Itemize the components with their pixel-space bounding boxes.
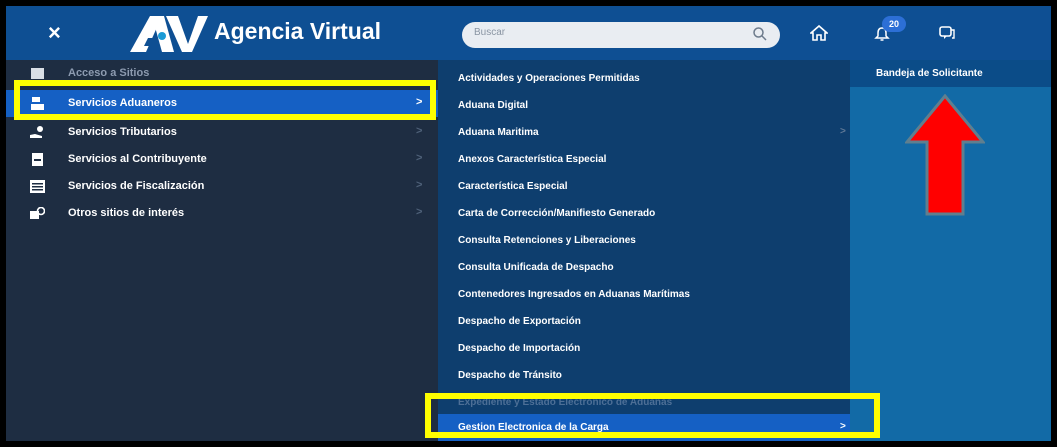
close-icon[interactable]: × xyxy=(48,22,61,44)
grid-icon xyxy=(31,68,44,79)
brand-title: Agencia Virtual xyxy=(214,18,382,44)
sidebar-item-label: Servicios de Fiscalización xyxy=(68,180,205,192)
submenu-item[interactable]: Anexos Característica Especial xyxy=(438,146,850,173)
submenu-item[interactable]: Aduana Maritima > xyxy=(438,119,850,146)
submenu-item[interactable]: Contenedores Ingresados en Aduanas Marít… xyxy=(438,281,850,308)
submenu-item-label: Anexos Característica Especial xyxy=(458,154,607,165)
submenu-item[interactable]: Característica Especial xyxy=(438,173,850,200)
notification-badge: 20 xyxy=(882,16,906,32)
search-input[interactable] xyxy=(474,27,734,38)
submenu-item-label: Contenedores Ingresados en Aduanas Marít… xyxy=(458,289,690,300)
search-box[interactable] xyxy=(462,22,780,48)
sidebar-item-label: Servicios Tributarios xyxy=(68,126,177,138)
hand-coin-icon xyxy=(30,126,43,138)
submenu-item[interactable]: Despacho de Exportación xyxy=(438,308,850,335)
submenu-item-label: Consulta Unificada de Despacho xyxy=(458,262,614,273)
submenu-item-label: Carta de Corrección/Manifiesto Generado xyxy=(458,208,656,219)
menu-item-label: Bandeja de Solicitante xyxy=(876,68,983,79)
submenu-panel: Actividades y Operaciones Permitidas Adu… xyxy=(438,60,850,441)
sidebar-item-label: Otros sitios de interés xyxy=(68,207,185,219)
submenu-item[interactable]: Despacho de Importación xyxy=(438,335,850,362)
chevron-right-icon: > xyxy=(416,125,423,137)
sidebar-item-servicios-fiscalizacion[interactable]: Servicios de Fiscalización > xyxy=(6,173,438,200)
sidebar-item-label: Servicios al Contribuyente xyxy=(68,153,207,165)
notifications-button[interactable]: 20 xyxy=(874,16,914,50)
chevron-right-icon: > xyxy=(416,206,423,218)
document-icon xyxy=(32,153,43,166)
submenu-item-label: Aduana Maritima xyxy=(458,127,539,138)
agencia-virtual-logo xyxy=(130,16,208,52)
chevron-right-icon: > xyxy=(416,179,423,191)
submenu-item[interactable]: Carta de Corrección/Manifiesto Generado xyxy=(438,200,850,227)
sidebar-item-label: Acceso a Sitios xyxy=(68,67,150,79)
sidebar-item-servicios-contribuyente[interactable]: Servicios al Contribuyente > xyxy=(6,146,438,173)
submenu-item-label: Despacho de Exportación xyxy=(458,316,581,327)
top-bar: × Agencia Virtual 20 xyxy=(6,6,1051,60)
chat-icon[interactable] xyxy=(938,24,956,42)
submenu-item-label: Despacho de Importación xyxy=(458,343,581,354)
submenu-item-label: Característica Especial xyxy=(458,181,568,192)
submenu-item-label: Despacho de Tránsito xyxy=(458,370,562,381)
submenu-item-label: Aduana Digital xyxy=(458,100,529,111)
home-icon[interactable] xyxy=(810,24,828,42)
chevron-right-icon: > xyxy=(840,126,846,137)
menu-item-bandeja-solicitante[interactable]: Bandeja de Solicitante xyxy=(850,60,1051,87)
chevron-right-icon: > xyxy=(416,152,423,164)
link-icon xyxy=(30,207,45,219)
app-window: × Agencia Virtual 20 xyxy=(6,6,1051,441)
sidebar-item-servicios-tributarios[interactable]: Servicios Tributarios > xyxy=(6,119,438,146)
submenu-item-label: Consulta Retenciones y Liberaciones xyxy=(458,235,636,246)
submenu-item[interactable]: Despacho de Tránsito xyxy=(438,362,850,389)
submenu-item[interactable]: Consulta Unificada de Despacho xyxy=(438,254,850,281)
highlight-box-servicios-aduaneros xyxy=(14,80,436,120)
sidebar-item-otros-sitios[interactable]: Otros sitios de interés > xyxy=(6,200,438,227)
search-icon[interactable] xyxy=(752,26,768,42)
red-arrow-up-icon xyxy=(905,94,985,216)
submenu-item[interactable]: Consulta Retenciones y Liberaciones xyxy=(438,227,850,254)
highlight-box-gestion-carga xyxy=(425,393,880,438)
submenu-item[interactable]: Actividades y Operaciones Permitidas xyxy=(438,65,850,92)
submenu-item[interactable]: Aduana Digital xyxy=(438,92,850,119)
submenu-item-label: Actividades y Operaciones Permitidas xyxy=(458,73,640,84)
list-icon xyxy=(30,180,45,193)
